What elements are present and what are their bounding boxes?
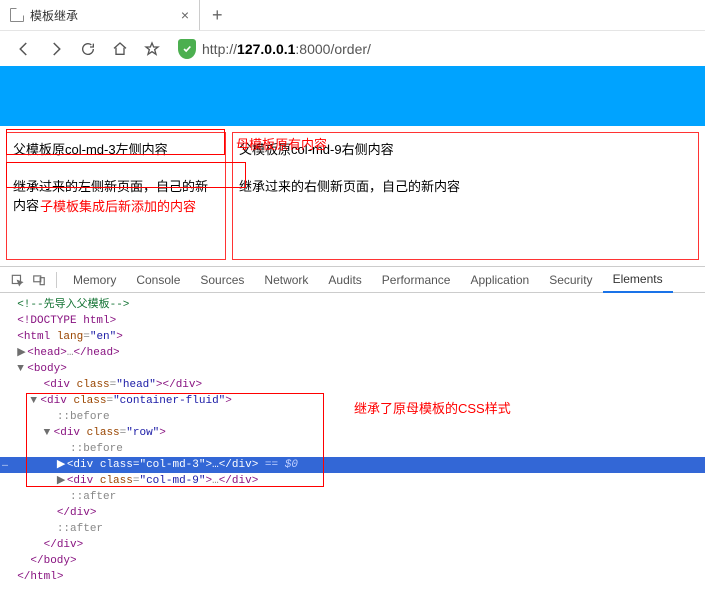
tab-elements[interactable]: Elements — [603, 267, 673, 293]
tree-line[interactable]: ▼<div class="container-fluid"> — [0, 393, 705, 409]
tree-line[interactable]: ▶<div class="col-md-9">…</div> — [0, 473, 705, 489]
tree-line[interactable]: <!--先导入父模板--> — [0, 297, 705, 313]
tab-application[interactable]: Application — [460, 267, 539, 293]
back-button[interactable] — [8, 33, 40, 65]
tree-line[interactable]: </body> — [0, 553, 705, 569]
url-protocol: http:// — [202, 41, 237, 57]
tree-line[interactable]: ::before — [0, 409, 705, 425]
tree-line[interactable]: </div> — [0, 505, 705, 521]
selection-marker: … — [0, 457, 10, 473]
url-host: 127.0.0.1 — [237, 41, 295, 57]
url-path: :8000/order/ — [295, 41, 371, 57]
browser-tab[interactable]: 模板继承 × — [0, 0, 200, 30]
tree-line[interactable]: ▼<body> — [0, 361, 705, 377]
right-parent-content: 父模板原col-md-9右侧内容 — [239, 139, 692, 158]
tree-line[interactable]: ::after — [0, 521, 705, 537]
tab-console[interactable]: Console — [126, 267, 190, 293]
shield-icon — [178, 39, 196, 59]
tree-line[interactable]: <html lang="en"> — [0, 329, 705, 345]
column-right: 父模板原col-md-9右侧内容 继承过来的右侧新页面，自己的新内容 — [232, 132, 699, 260]
tree-line[interactable]: ▼<div class="row"> — [0, 425, 705, 441]
page-content: 父模板原col-md-3左侧内容 继承过来的左侧新页面，自己的新内容 父模板原c… — [0, 126, 705, 266]
tab-network[interactable]: Network — [254, 267, 318, 293]
device-toggle-icon[interactable] — [28, 269, 50, 291]
tree-line-selected[interactable]: ▶<div class="col-md-3">…</div> == $0 — [0, 457, 705, 473]
left-child-content: 继承过来的左侧新页面，自己的新内容 — [13, 176, 219, 214]
url-bar[interactable]: http://127.0.0.1:8000/order/ — [202, 41, 371, 57]
right-child-content: 继承过来的右侧新页面，自己的新内容 — [239, 176, 692, 195]
tree-line[interactable]: ::after — [0, 489, 705, 505]
left-parent-content: 父模板原col-md-3左侧内容 — [13, 139, 219, 158]
tab-sources[interactable]: Sources — [190, 267, 254, 293]
home-button[interactable] — [104, 33, 136, 65]
tab-security[interactable]: Security — [539, 267, 602, 293]
tab-title: 模板继承 — [30, 7, 78, 24]
favorite-button[interactable] — [136, 33, 168, 65]
new-tab-button[interactable]: + — [200, 5, 235, 26]
tree-line[interactable]: <!DOCTYPE html> — [0, 313, 705, 329]
tree-line[interactable]: ::before — [0, 441, 705, 457]
forward-button[interactable] — [40, 33, 72, 65]
tab-performance[interactable]: Performance — [372, 267, 461, 293]
column-left: 父模板原col-md-3左侧内容 继承过来的左侧新页面，自己的新内容 — [6, 132, 226, 260]
devtools-tabs: Memory Console Sources Network Audits Pe… — [0, 267, 705, 293]
tree-line[interactable]: <div class="head"></div> — [0, 377, 705, 393]
refresh-button[interactable] — [72, 33, 104, 65]
devtools-panel: Memory Console Sources Network Audits Pe… — [0, 266, 705, 589]
tree-line[interactable]: ▶<head>…</head> — [0, 345, 705, 361]
page-banner — [0, 66, 705, 126]
devtools-elements-tree[interactable]: <!--先导入父模板--> <!DOCTYPE html> <html lang… — [0, 293, 705, 589]
browser-tab-bar: 模板继承 × + — [0, 0, 705, 30]
tab-audits[interactable]: Audits — [318, 267, 371, 293]
browser-nav-bar: http://127.0.0.1:8000/order/ — [0, 30, 705, 66]
tab-memory[interactable]: Memory — [63, 267, 126, 293]
close-icon[interactable]: × — [181, 7, 189, 23]
inspect-icon[interactable] — [6, 269, 28, 291]
page-icon — [10, 8, 24, 22]
tree-line[interactable]: </div> — [0, 537, 705, 553]
